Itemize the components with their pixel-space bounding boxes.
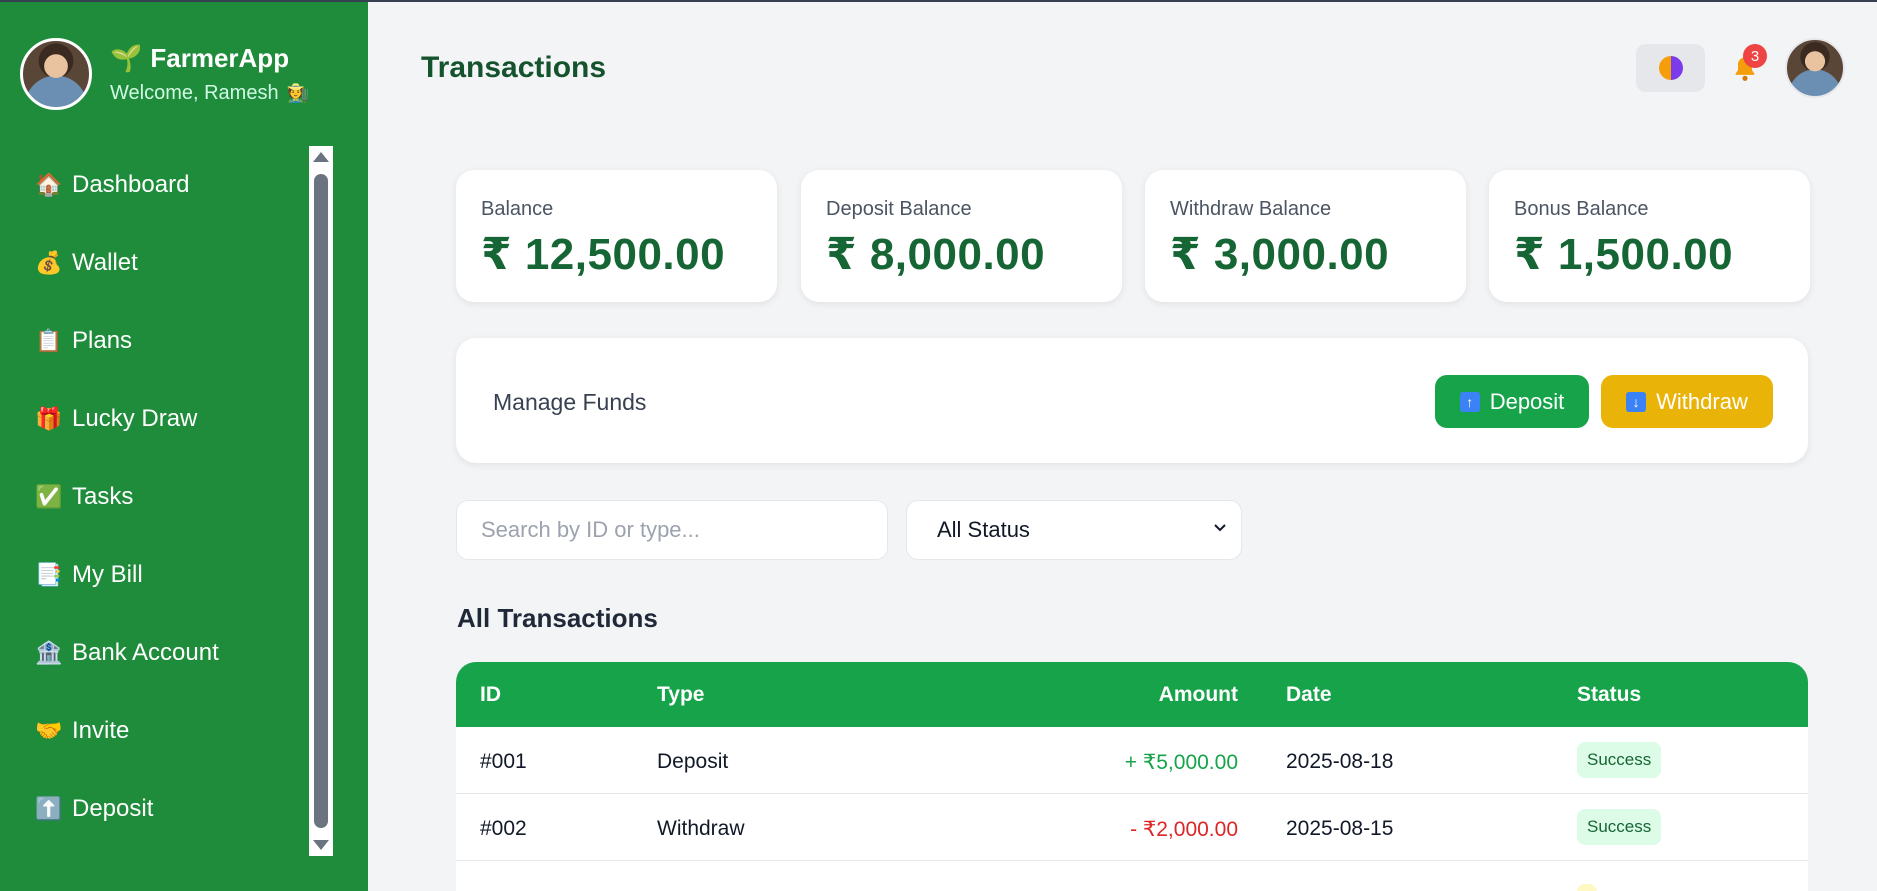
deposit-button-label: Deposit (1489, 388, 1565, 414)
sidebar-item-label: Plans (72, 327, 133, 354)
window-top-border (0, 0, 1877, 2)
sidebar-item-label: Deposit (72, 795, 154, 822)
clipboard-icon: 📋 (35, 328, 63, 353)
search-input[interactable] (456, 500, 888, 560)
sidebar-scrollbar[interactable] (309, 146, 333, 856)
theme-toggle-button[interactable] (1636, 44, 1705, 92)
table-row[interactable] (456, 861, 1808, 891)
sidebar-item-label: Invite (72, 717, 130, 744)
card-label: Bonus Balance (1514, 198, 1649, 220)
manage-funds-panel: Manage Funds ↑ Deposit ↓ Withdraw (456, 338, 1808, 463)
notification-badge: 3 (1743, 44, 1767, 68)
handshake-icon: 🤝 (35, 718, 63, 743)
sidebar: 🌱 FarmerApp Welcome, Ramesh 🧑‍🌾 🏠 Dashbo… (0, 0, 368, 891)
column-header-amount: Amount (1158, 683, 1238, 706)
welcome-label: Welcome, Ramesh (110, 82, 279, 104)
seedling-icon: 🌱 (110, 43, 143, 73)
sidebar-item-my-bill[interactable]: 📑 My Bill (0, 536, 308, 614)
card-label: Deposit Balance (826, 198, 972, 220)
deposit-balance-card: Deposit Balance ₹ 8,000.00 (801, 170, 1122, 302)
transactions-table: ID Type Amount Date Status #001 Deposit … (456, 662, 1808, 891)
table-header: ID Type Amount Date Status (456, 662, 1808, 727)
status-badge (1577, 884, 1597, 891)
bonus-balance-card: Bonus Balance ₹ 1,500.00 (1489, 170, 1810, 302)
check-box-icon: ✅ (35, 484, 63, 509)
sidebar-nav: 🏠 Dashboard 💰 Wallet 📋 Plans 🎁 Lucky Dra… (0, 146, 308, 848)
card-label: Withdraw Balance (1170, 198, 1332, 220)
user-avatar[interactable] (1785, 38, 1845, 98)
money-bag-icon: 💰 (35, 250, 63, 275)
sidebar-item-lucky-draw[interactable]: 🎁 Lucky Draw (0, 380, 308, 458)
card-value: ₹ 3,000.00 (1170, 230, 1390, 279)
column-header-status: Status (1577, 683, 1642, 706)
deposit-button[interactable]: ↑ Deposit (1435, 375, 1589, 428)
sidebar-item-plans[interactable]: 📋 Plans (0, 302, 308, 380)
cell-date: 2025-08-15 (1286, 817, 1394, 840)
table-row[interactable]: #002 Withdraw - ₹2,000.00 2025-08-15 Suc… (456, 794, 1808, 861)
up-arrow-icon: ↑ (1459, 391, 1480, 412)
bill-icon: 📑 (35, 562, 63, 587)
cell-type: Withdraw (657, 817, 745, 840)
sidebar-item-label: Lucky Draw (72, 405, 198, 432)
cell-type: Deposit (657, 750, 729, 773)
status-badge: Success (1577, 809, 1662, 845)
farmer-icon: 🧑‍🌾 (286, 83, 309, 103)
status-select-value: All Status (937, 517, 1030, 542)
card-label: Balance (481, 198, 554, 220)
sidebar-item-label: Tasks (72, 483, 134, 510)
column-header-type: Type (657, 683, 705, 706)
app-name: FarmerApp (150, 43, 290, 73)
sidebar-item-dashboard[interactable]: 🏠 Dashboard (0, 146, 308, 224)
up-arrow-icon: ⬆️ (35, 796, 63, 821)
cell-id: #002 (480, 817, 527, 840)
balance-card: Balance ₹ 12,500.00 (456, 170, 777, 302)
card-value: ₹ 1,500.00 (1514, 230, 1734, 279)
welcome-text: Welcome, Ramesh 🧑‍🌾 (110, 82, 309, 105)
withdraw-button[interactable]: ↓ Withdraw (1601, 375, 1773, 428)
sidebar-item-invite[interactable]: 🤝 Invite (0, 692, 308, 770)
cell-amount: + ₹5,000.00 (1124, 751, 1238, 774)
card-value: ₹ 12,500.00 (481, 230, 726, 279)
scrollbar-thumb[interactable] (314, 174, 328, 828)
table-row[interactable]: #001 Deposit + ₹5,000.00 2025-08-18 Succ… (456, 727, 1808, 794)
scroll-up-arrow-icon[interactable] (313, 152, 329, 162)
page-title: Transactions (421, 51, 607, 84)
gift-icon: 🎁 (35, 406, 63, 431)
column-header-date: Date (1286, 683, 1332, 706)
brand: 🌱 FarmerApp Welcome, Ramesh 🧑‍🌾 (20, 38, 309, 110)
theme-icon (1658, 56, 1683, 80)
column-header-id: ID (480, 683, 501, 706)
manage-funds-label: Manage Funds (493, 389, 647, 415)
sidebar-item-label: Dashboard (72, 171, 190, 198)
scroll-down-arrow-icon[interactable] (313, 840, 329, 850)
withdraw-balance-card: Withdraw Balance ₹ 3,000.00 (1145, 170, 1466, 302)
transactions-title: All Transactions (457, 603, 658, 633)
sidebar-item-label: My Bill (72, 561, 143, 588)
sidebar-item-label: Wallet (72, 249, 138, 276)
down-arrow-icon: ↓ (1626, 391, 1647, 412)
sidebar-item-label: Bank Account (72, 639, 219, 666)
sidebar-item-wallet[interactable]: 💰 Wallet (0, 224, 308, 302)
cell-amount: - ₹2,000.00 (1130, 818, 1238, 841)
sidebar-avatar[interactable] (20, 38, 92, 110)
cell-date: 2025-08-18 (1286, 750, 1394, 773)
sidebar-item-bank-account[interactable]: 🏦 Bank Account (0, 614, 308, 692)
sidebar-item-tasks[interactable]: ✅ Tasks (0, 458, 308, 536)
status-badge: Success (1577, 742, 1662, 778)
bank-icon: 🏦 (35, 640, 63, 665)
app-title: 🌱 FarmerApp (110, 43, 309, 74)
sidebar-item-deposit[interactable]: ⬆️ Deposit (0, 770, 308, 848)
cell-id: #001 (480, 750, 527, 773)
chevron-down-icon (1214, 524, 1226, 532)
status-select[interactable]: All Status (906, 500, 1242, 560)
card-value: ₹ 8,000.00 (826, 230, 1046, 279)
withdraw-button-label: Withdraw (1656, 388, 1748, 414)
house-icon: 🏠 (35, 172, 63, 197)
